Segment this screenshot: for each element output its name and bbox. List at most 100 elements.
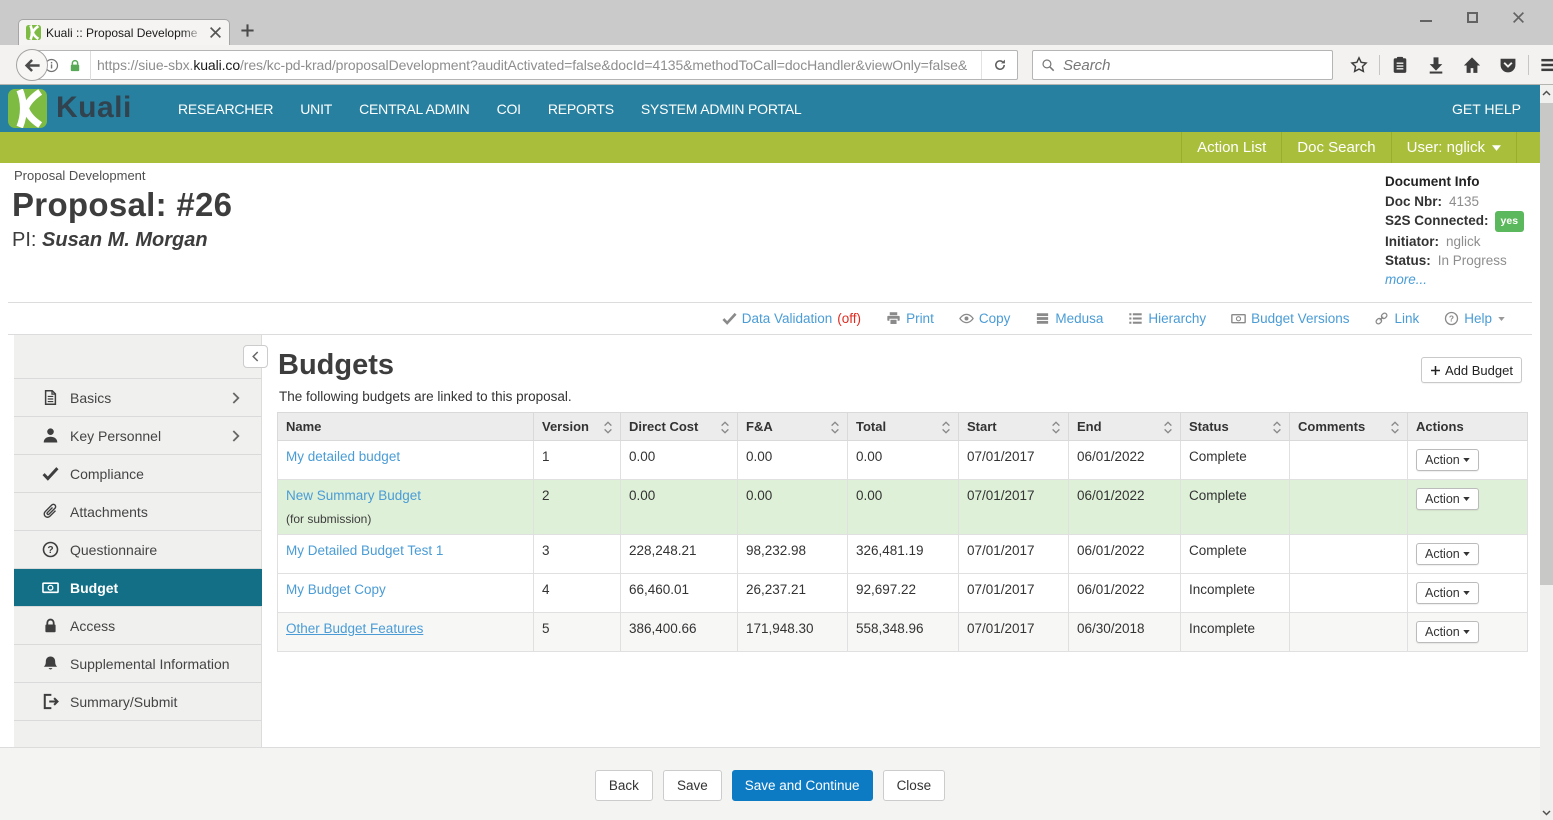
column-header-start[interactable]: Start (959, 413, 1069, 441)
app-nav-system-admin-portal[interactable]: SYSTEM ADMIN PORTAL (641, 101, 802, 117)
sidebar-item-supplemental-information[interactable]: Supplemental Information (14, 645, 262, 683)
sidebar-item-budget[interactable]: Budget (14, 569, 262, 607)
action-button[interactable]: Action (1416, 488, 1479, 510)
save-and-continue-button[interactable]: Save and Continue (732, 770, 873, 801)
column-header-direct-cost[interactable]: Direct Cost (621, 413, 738, 441)
tab-close-icon[interactable] (209, 26, 222, 39)
add-budget-button[interactable]: Add Budget (1421, 357, 1522, 383)
home-icon[interactable] (1463, 56, 1481, 74)
budget-row: New Summary Budget(for submission)20.000… (278, 480, 1528, 535)
downloads-icon[interactable] (1427, 56, 1445, 74)
app-nav-coi[interactable]: COI (497, 101, 521, 117)
doc-info-row: Doc Nbr:4135 (1385, 192, 1540, 211)
url-bar[interactable]: https://siue-sbx.kuali.co/res/kc-pd-krad… (33, 50, 1018, 80)
column-header-comments[interactable]: Comments (1290, 413, 1408, 441)
toolbar-budget-versions[interactable]: Budget Versions (1231, 311, 1349, 326)
medusa-icon (1035, 311, 1050, 326)
portal-user-nglick[interactable]: User: nglick (1391, 132, 1516, 163)
cell-comments (1290, 480, 1408, 535)
document-info-title: Document Info (1385, 172, 1540, 191)
sidebar-item-summary-submit[interactable]: Summary/Submit (14, 683, 262, 721)
toolbar-help[interactable]: ?Help (1444, 311, 1505, 326)
sort-icon[interactable] (1051, 420, 1061, 435)
new-tab-button[interactable] (240, 23, 255, 38)
sidebar-collapse-button[interactable] (243, 345, 268, 368)
close-button[interactable]: Close (883, 770, 946, 801)
app-nav-unit[interactable]: UNIT (300, 101, 332, 117)
scrollbar-thumb[interactable] (1540, 103, 1553, 585)
app-nav-reports[interactable]: REPORTS (548, 101, 614, 117)
column-header-status[interactable]: Status (1181, 413, 1290, 441)
sort-icon[interactable] (720, 420, 730, 435)
chevron-right-icon (232, 392, 240, 404)
budget-name-link[interactable]: My Budget Copy (286, 582, 386, 597)
bookmarks-menu-icon[interactable] (1391, 56, 1409, 74)
sidebar: BasicsKey PersonnelComplianceAttachments… (14, 335, 262, 747)
save-button[interactable]: Save (663, 770, 722, 801)
sort-icon[interactable] (941, 420, 951, 435)
toolbar-hierarchy[interactable]: Hierarchy (1128, 311, 1206, 326)
budget-name-link[interactable]: My detailed budget (286, 449, 400, 464)
sidebar-item-basics[interactable]: Basics (14, 379, 262, 417)
toolbar-data-validation[interactable]: Data Validation(off) (722, 311, 861, 326)
cell-status: Complete (1181, 441, 1290, 480)
toolbar-print[interactable]: Print (886, 311, 934, 326)
column-header-version[interactable]: Version (534, 413, 621, 441)
cell-name: My Budget Copy (278, 574, 534, 613)
budget-name-link[interactable]: New Summary Budget (286, 488, 421, 503)
reload-button[interactable] (981, 51, 1017, 79)
sort-icon[interactable] (603, 420, 613, 435)
column-header-total[interactable]: Total (848, 413, 959, 441)
toolbar-medusa[interactable]: Medusa (1035, 311, 1103, 326)
sidebar-item-attachments[interactable]: Attachments (14, 493, 262, 531)
column-header-end[interactable]: End (1069, 413, 1181, 441)
sort-icon[interactable] (1390, 420, 1400, 435)
pocket-icon[interactable] (1499, 56, 1517, 74)
search-bar[interactable]: Search (1032, 50, 1333, 80)
cell-version: 3 (534, 535, 621, 574)
sort-icon[interactable] (1163, 420, 1173, 435)
scroll-down-arrow[interactable] (1540, 805, 1553, 820)
close-button[interactable] (1495, 4, 1541, 30)
exit-icon (42, 693, 59, 710)
back-button[interactable]: Back (595, 770, 653, 801)
money-icon (1231, 311, 1246, 326)
kuali-wordmark[interactable]: Kuali (56, 91, 132, 125)
more-link[interactable]: more... (1385, 270, 1540, 289)
get-help-link[interactable]: GET HELP (1452, 85, 1521, 132)
page-scrollbar[interactable] (1540, 85, 1553, 820)
portal-doc-search[interactable]: Doc Search (1281, 132, 1390, 163)
toolbar-copy[interactable]: Copy (959, 311, 1011, 326)
action-button[interactable]: Action (1416, 582, 1479, 604)
sidebar-items: BasicsKey PersonnelComplianceAttachments… (14, 378, 262, 721)
budget-name-link[interactable]: My Detailed Budget Test 1 (286, 543, 443, 558)
sidebar-item-key-personnel[interactable]: Key Personnel (14, 417, 262, 455)
sidebar-item-questionnaire[interactable]: ?Questionnaire (14, 531, 262, 569)
app-nav-central-admin[interactable]: CENTRAL ADMIN (359, 101, 469, 117)
action-button[interactable]: Action (1416, 621, 1479, 643)
budgets-heading: Budgets (278, 349, 394, 382)
action-button[interactable]: Action (1416, 543, 1479, 565)
cell-total: 326,481.19 (848, 535, 959, 574)
portal-action-list[interactable]: Action List (1181, 132, 1281, 163)
module-label: Proposal Development (14, 168, 146, 183)
scroll-up-arrow[interactable] (1540, 85, 1553, 100)
app-nav-researcher[interactable]: RESEARCHER (178, 101, 273, 117)
menu-icon[interactable] (1540, 56, 1553, 74)
kuali-logo[interactable] (8, 89, 47, 128)
sort-icon[interactable] (830, 420, 840, 435)
bookmark-star-icon[interactable] (1350, 56, 1368, 74)
sidebar-item-compliance[interactable]: Compliance (14, 455, 262, 493)
sort-icon[interactable] (1272, 420, 1282, 435)
back-button[interactable] (16, 49, 48, 81)
browser-tab[interactable]: Kuali :: Proposal Developme (18, 19, 230, 45)
action-button[interactable]: Action (1416, 449, 1479, 471)
toolbar-link[interactable]: Link (1374, 311, 1419, 326)
https-lock-icon[interactable] (68, 58, 82, 73)
column-header-f-a[interactable]: F&A (738, 413, 848, 441)
cell-fa: 0.00 (738, 441, 848, 480)
minimize-button[interactable] (1403, 4, 1449, 30)
budget-name-link[interactable]: Other Budget Features (286, 621, 423, 636)
maximize-button[interactable] (1449, 4, 1495, 30)
sidebar-item-access[interactable]: Access (14, 607, 262, 645)
